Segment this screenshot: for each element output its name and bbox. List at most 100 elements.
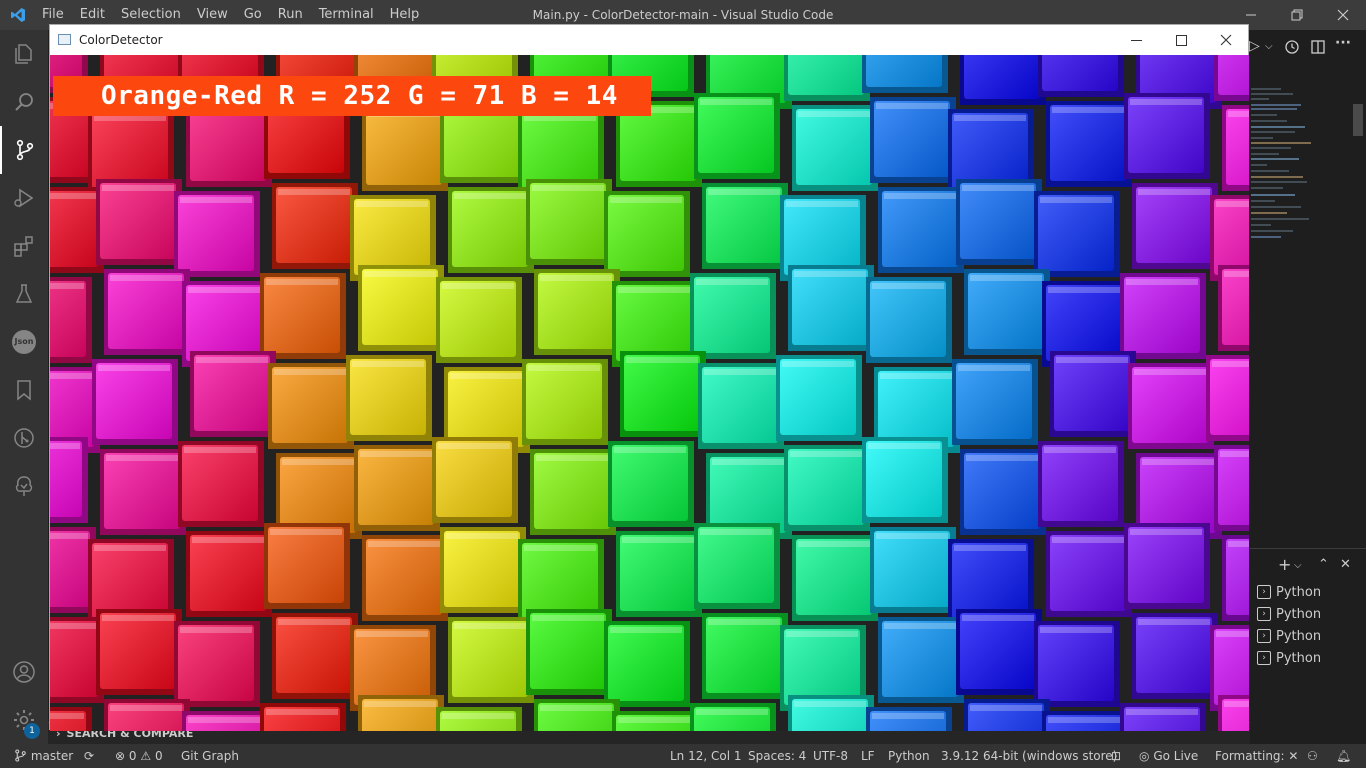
maximize-panel-icon[interactable]: ⌃ xyxy=(1318,557,1329,572)
split-editor-icon[interactable] xyxy=(1310,39,1326,55)
color-detector-titlebar[interactable]: ColorDetector xyxy=(50,25,1248,55)
cube-face xyxy=(190,535,266,611)
more-actions-icon[interactable]: ··· xyxy=(1335,35,1351,51)
run-debug-icon[interactable] xyxy=(0,174,48,222)
terminal-item[interactable]: › Python xyxy=(1250,603,1366,625)
json-tool-icon[interactable]: Json xyxy=(0,318,48,366)
cube-highlight xyxy=(1212,361,1249,367)
cube-highlight xyxy=(1216,631,1249,637)
cube-highlight xyxy=(98,365,170,371)
cube-face xyxy=(796,109,872,185)
cube-highlight xyxy=(786,631,858,637)
minimap xyxy=(1249,84,1366,544)
cube-highlight xyxy=(872,713,944,719)
problems-status[interactable]: ⊗ 0 ⚠ 0 xyxy=(115,744,163,768)
cube-face xyxy=(1050,105,1126,181)
cube-face xyxy=(530,183,606,259)
timeline-history-icon[interactable] xyxy=(1284,39,1300,55)
cube-face xyxy=(960,613,1036,689)
extensions-icon[interactable] xyxy=(0,222,48,270)
cube-highlight xyxy=(188,717,260,723)
cube-face xyxy=(350,359,426,435)
cursor-position[interactable]: Ln 12, Col 1 xyxy=(670,744,742,768)
feedback-icon[interactable]: ⊡ xyxy=(1111,744,1121,768)
accounts-status-icon[interactable]: ⚇ xyxy=(1307,744,1318,768)
explorer-icon[interactable] xyxy=(0,30,48,78)
cube-highlight xyxy=(50,533,88,539)
color-detector-image[interactable]: Orange-Red R = 252 G = 71 B = 14 xyxy=(50,55,1249,731)
terminal-item-label: Python xyxy=(1276,584,1322,600)
search-icon[interactable] xyxy=(0,78,48,126)
cube-highlight xyxy=(1220,451,1249,457)
cube-face xyxy=(50,371,94,447)
cube-highlight xyxy=(782,361,854,367)
terminal-dropdown-icon[interactable]: ⌵ xyxy=(1294,560,1302,571)
cube-face xyxy=(788,55,864,95)
editor-actions: ▷ ⌵ ··· xyxy=(1249,30,1366,65)
indentation-status[interactable]: Spaces: 4 xyxy=(748,744,806,768)
cube-face xyxy=(534,453,610,529)
cube-highlight xyxy=(192,537,264,543)
encoding-status[interactable]: UTF-8 xyxy=(813,744,848,768)
notifications-bell-icon[interactable]: 🔔︎ xyxy=(1336,744,1351,768)
cube-face xyxy=(276,617,352,693)
json-icon-label: Json xyxy=(12,330,36,354)
eol-status[interactable]: LF xyxy=(861,744,875,768)
terminal-item[interactable]: › Python xyxy=(1250,647,1366,669)
testing-flask-icon[interactable] xyxy=(0,270,48,318)
branch-status[interactable]: master xyxy=(14,744,73,768)
cd-minimize-icon[interactable] xyxy=(1113,25,1159,55)
cube-face xyxy=(608,625,684,701)
python-interpreter[interactable]: 3.9.12 64-bit (windows store) xyxy=(941,744,1117,768)
run-python-icon[interactable]: ▷ xyxy=(1249,38,1260,54)
vscode-window: File Edit Selection View Go Run Terminal… xyxy=(0,0,1366,768)
source-control-icon[interactable] xyxy=(0,126,48,174)
warning-icon: ⚠ xyxy=(140,749,152,763)
run-dropdown-icon[interactable]: ⌵ xyxy=(1265,41,1273,52)
formatting-status[interactable]: Formatting: ✕ xyxy=(1215,744,1298,768)
cube-face xyxy=(182,445,258,521)
close-icon[interactable] xyxy=(1320,0,1366,30)
cube-highlight xyxy=(1052,537,1124,543)
terminal-item[interactable]: › Python xyxy=(1250,625,1366,647)
cube-highlight xyxy=(180,197,252,203)
git-graph-status[interactable]: Git Graph xyxy=(181,744,239,768)
tree-icon[interactable] xyxy=(0,462,48,510)
cube-highlight xyxy=(524,545,596,551)
cube-face xyxy=(178,195,254,271)
cube-face xyxy=(276,187,352,263)
cube-face xyxy=(616,285,692,361)
restore-icon[interactable] xyxy=(1274,0,1320,30)
language-mode[interactable]: Python xyxy=(888,744,930,768)
cd-close-icon[interactable] xyxy=(1203,25,1249,55)
cube-highlight xyxy=(696,279,768,285)
color-detector-title: ColorDetector xyxy=(79,33,163,47)
cube-face xyxy=(444,531,520,607)
bookmark-icon[interactable] xyxy=(0,366,48,414)
terminal-panel: + ⌵ ⌃ ✕ › Python › Python › Python › Python xyxy=(1250,548,1366,744)
cd-maximize-icon[interactable] xyxy=(1158,25,1204,55)
cube-highlight xyxy=(1224,701,1249,707)
account-icon[interactable] xyxy=(0,648,48,696)
sync-icon[interactable]: ⟳ xyxy=(84,744,94,768)
cube-highlight xyxy=(954,115,1026,121)
cube-face xyxy=(1214,199,1249,275)
cube-face xyxy=(1136,187,1212,263)
cube-highlight xyxy=(962,185,1034,191)
terminal-icon: › xyxy=(1257,629,1271,643)
cube-face xyxy=(1226,539,1249,615)
cube-highlight xyxy=(1216,201,1249,207)
terminal-item[interactable]: › Python xyxy=(1250,581,1366,603)
close-panel-icon[interactable]: ✕ xyxy=(1340,557,1351,572)
cube-highlight xyxy=(1138,619,1210,625)
cube-highlight xyxy=(700,99,772,105)
manage-gear-icon[interactable]: 1 xyxy=(0,696,48,744)
cube-face xyxy=(1050,535,1126,611)
cube-highlight xyxy=(442,713,514,719)
rainbow-cubes-image[interactable] xyxy=(50,55,1249,731)
cube-face xyxy=(366,109,442,185)
new-terminal-icon[interactable]: + xyxy=(1278,555,1291,574)
cube-highlight xyxy=(696,709,768,715)
go-live-status[interactable]: ◎ Go Live xyxy=(1139,744,1198,768)
git-graph-icon[interactable] xyxy=(0,414,48,462)
